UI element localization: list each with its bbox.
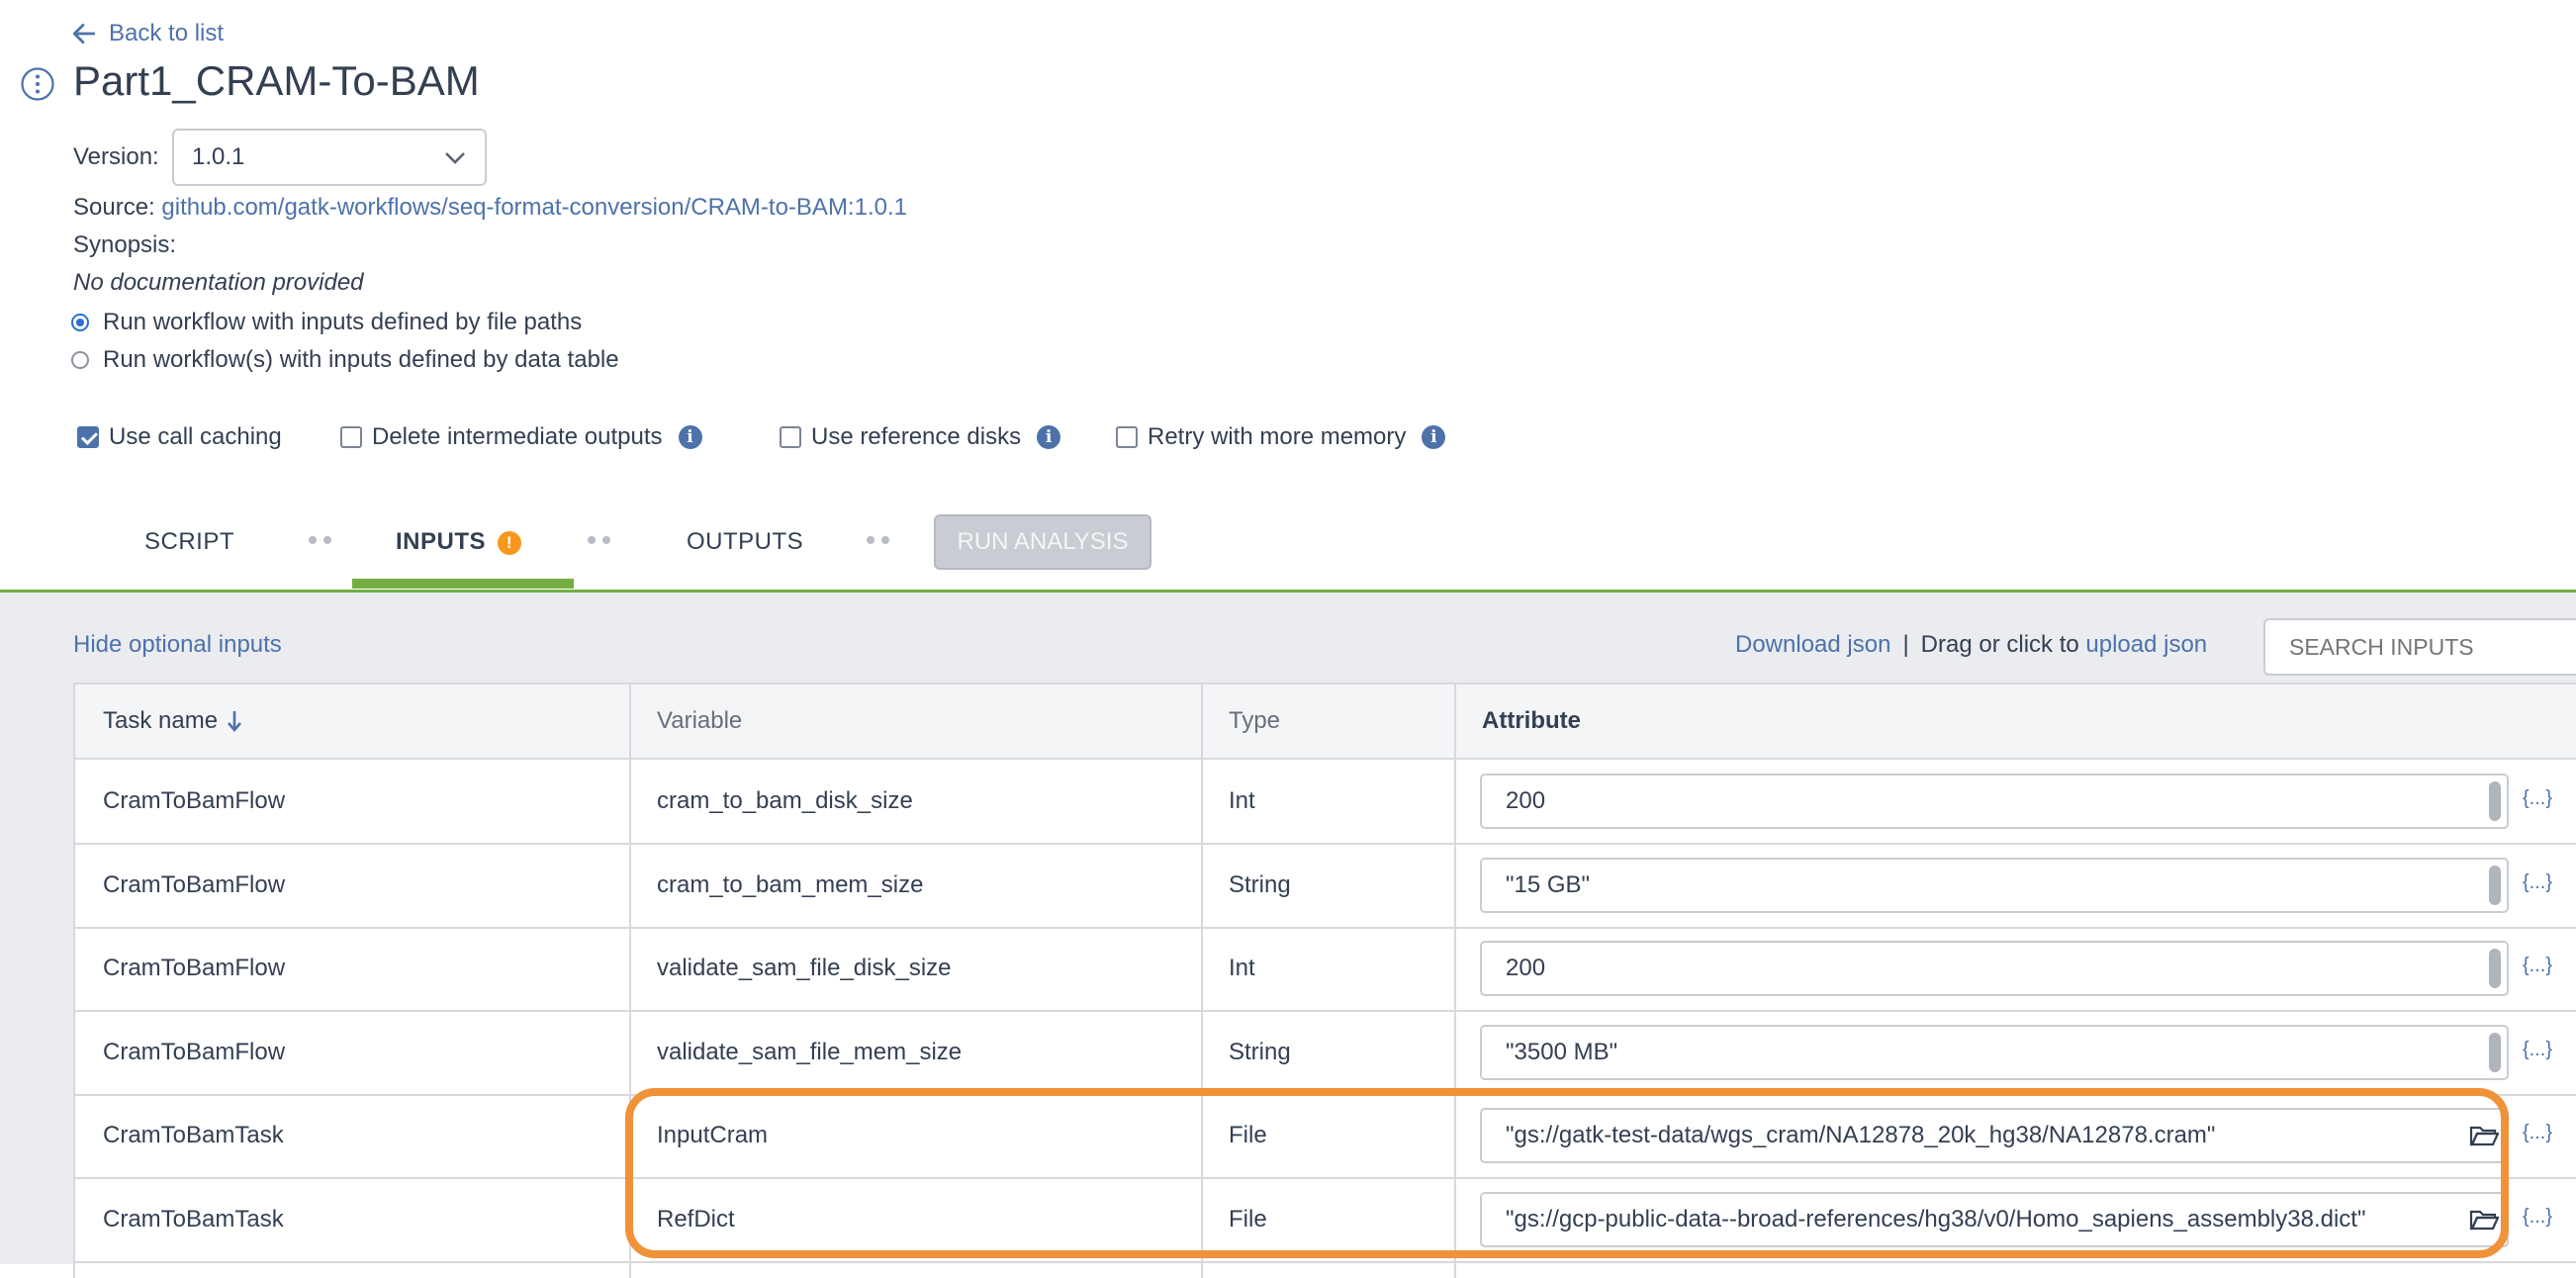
search-inputs-field[interactable] <box>2263 618 2576 676</box>
tab-inputs[interactable]: INPUTS! <box>396 528 522 556</box>
info-icon[interactable]: i <box>1422 425 1446 449</box>
cell-variable: cram_to_bam_disk_size <box>657 787 913 814</box>
attribute-value: 200 <box>1506 787 1546 814</box>
cell-task: CramToBamFlow <box>103 1038 286 1065</box>
no-documentation-text: No documentation provided <box>73 269 364 296</box>
option-delete-intermediate[interactable]: Delete intermediate outputs i <box>340 423 702 451</box>
hide-optional-inputs-link[interactable]: Hide optional inputs <box>73 631 282 659</box>
page-title: Part1_CRAM-To-BAM <box>73 57 480 104</box>
option-label: Use reference disks <box>811 423 1022 450</box>
option-label: Delete intermediate outputs <box>372 423 663 450</box>
version-label: Version: <box>73 143 159 170</box>
attribute-value: "15 GB" <box>1506 870 1591 898</box>
radio-button-selected[interactable] <box>71 314 89 331</box>
upload-json-link[interactable]: upload json <box>2085 631 2207 658</box>
version-value: 1.0.1 <box>192 143 245 170</box>
back-label: Back to list <box>109 20 225 46</box>
option-retry-memory[interactable]: Retry with more memory i <box>1116 423 1446 451</box>
tab-inputs-label: INPUTS <box>396 528 487 555</box>
scrollbar[interactable] <box>2489 949 2501 988</box>
radio-label: Run workflow with inputs defined by file… <box>103 309 583 335</box>
cell-task: CramToBamFlow <box>103 955 286 981</box>
json-actions: Download json | Drag or click to upload … <box>1735 631 2207 659</box>
cell-variable: cram_to_bam_mem_size <box>657 870 924 898</box>
radio-data-table[interactable]: Run workflow(s) with inputs defined by d… <box>71 346 619 374</box>
tab-separator-dots <box>867 536 889 544</box>
json-edit-icon[interactable]: {...} <box>2523 1039 2552 1061</box>
attribute-value: 200 <box>1506 955 1546 981</box>
arrow-left-icon <box>72 23 96 45</box>
attribute-input[interactable]: "15 GB" <box>1480 857 2509 913</box>
source-link[interactable]: github.com/gatk-workflows/seq-format-con… <box>161 194 907 221</box>
radio-label: Run workflow(s) with inputs defined by d… <box>103 346 619 373</box>
scrollbar[interactable] <box>2489 1032 2501 1072</box>
header-task-name[interactable]: Task name <box>103 685 243 758</box>
option-call-caching[interactable]: Use call caching <box>77 423 282 451</box>
cell-type: Int <box>1229 955 1255 981</box>
run-analysis-button[interactable]: RUN ANALYSIS <box>934 514 1151 570</box>
radio-button[interactable] <box>71 351 89 369</box>
cell-task: CramToBamFlow <box>103 870 286 898</box>
scrollbar[interactable] <box>2489 781 2501 821</box>
option-label: Use call caching <box>109 423 282 450</box>
attribute-input[interactable]: 200 <box>1480 774 2509 829</box>
cell-task: CramToBamFlow <box>103 787 286 814</box>
active-tab-underline <box>352 579 574 589</box>
source-label: Source: <box>73 194 155 221</box>
option-label: Retry with more memory <box>1148 423 1407 450</box>
synopsis-label: Synopsis: <box>73 231 177 258</box>
drag-text: Drag or click to <box>1920 631 2079 658</box>
info-icon[interactable]: i <box>1037 425 1061 449</box>
version-select[interactable]: 1.0.1 <box>172 129 487 186</box>
json-edit-icon[interactable]: {...} <box>2523 787 2552 810</box>
warning-icon: ! <box>498 530 522 555</box>
header-type: Type <box>1229 707 1281 734</box>
table-header: Task name Variable Type Attribute <box>75 685 2576 760</box>
drag-upload-area[interactable]: Drag or click to upload json <box>1921 631 2207 659</box>
table-row: CramToBamFlow cram_to_bam_mem_size String "… <box>75 844 2576 929</box>
back-to-list-link[interactable]: Back to list <box>71 20 224 47</box>
checkbox[interactable] <box>1116 426 1138 448</box>
header-attribute: Attribute <box>1482 707 1581 734</box>
separator: | <box>1902 631 1909 658</box>
tab-script[interactable]: SCRIPT <box>144 528 234 556</box>
table-row: CramToBamFlow validate_sam_file_disk_size… <box>75 927 2576 1012</box>
tab-separator-dots <box>309 536 331 544</box>
checkbox[interactable] <box>780 426 801 448</box>
checkbox-checked[interactable] <box>77 426 99 448</box>
tab-outputs[interactable]: OUTPUTS <box>687 528 803 556</box>
attribute-input[interactable]: "3500 MB" <box>1480 1024 2509 1080</box>
highlight-annotation <box>625 1088 2509 1258</box>
cell-variable: validate_sam_file_disk_size <box>657 955 952 981</box>
source-row: Source: github.com/gatk-workflows/seq-fo… <box>73 194 907 222</box>
header-variable: Variable <box>657 707 743 734</box>
info-icon[interactable]: i <box>678 425 702 449</box>
cell-type: String <box>1229 870 1291 898</box>
cell-task: CramToBamTask <box>103 1205 284 1232</box>
table-row: CramToBamFlow cram_to_bam_disk_size Int 200… <box>75 760 2576 845</box>
json-edit-icon[interactable]: {...} <box>2523 871 2552 894</box>
workflow-info-icon[interactable] <box>20 66 55 102</box>
attribute-value: "3500 MB" <box>1506 1038 1618 1065</box>
cell-type: String <box>1229 1038 1291 1065</box>
tab-separator-dots <box>588 536 610 544</box>
json-edit-icon[interactable]: {...} <box>2523 1122 2552 1144</box>
chevron-down-icon <box>445 152 465 164</box>
scrollbar[interactable] <box>2489 865 2501 905</box>
download-json-link[interactable]: Download json <box>1735 631 1890 659</box>
attribute-input[interactable]: 200 <box>1480 941 2509 996</box>
table-row: CramToBamFlow validate_sam_file_mem_size S… <box>75 1011 2576 1096</box>
cell-type: Int <box>1229 787 1255 814</box>
json-edit-icon[interactable]: {...} <box>2523 955 2552 977</box>
cell-task: CramToBamTask <box>103 1122 284 1148</box>
option-reference-disks[interactable]: Use reference disks i <box>780 423 1061 451</box>
checkbox[interactable] <box>340 426 362 448</box>
cell-variable: validate_sam_file_mem_size <box>657 1038 963 1065</box>
json-edit-icon[interactable]: {...} <box>2523 1206 2552 1229</box>
sort-down-icon[interactable] <box>226 709 243 733</box>
header-task-label: Task name <box>103 707 219 734</box>
radio-file-paths[interactable]: Run workflow with inputs defined by file… <box>71 309 582 336</box>
